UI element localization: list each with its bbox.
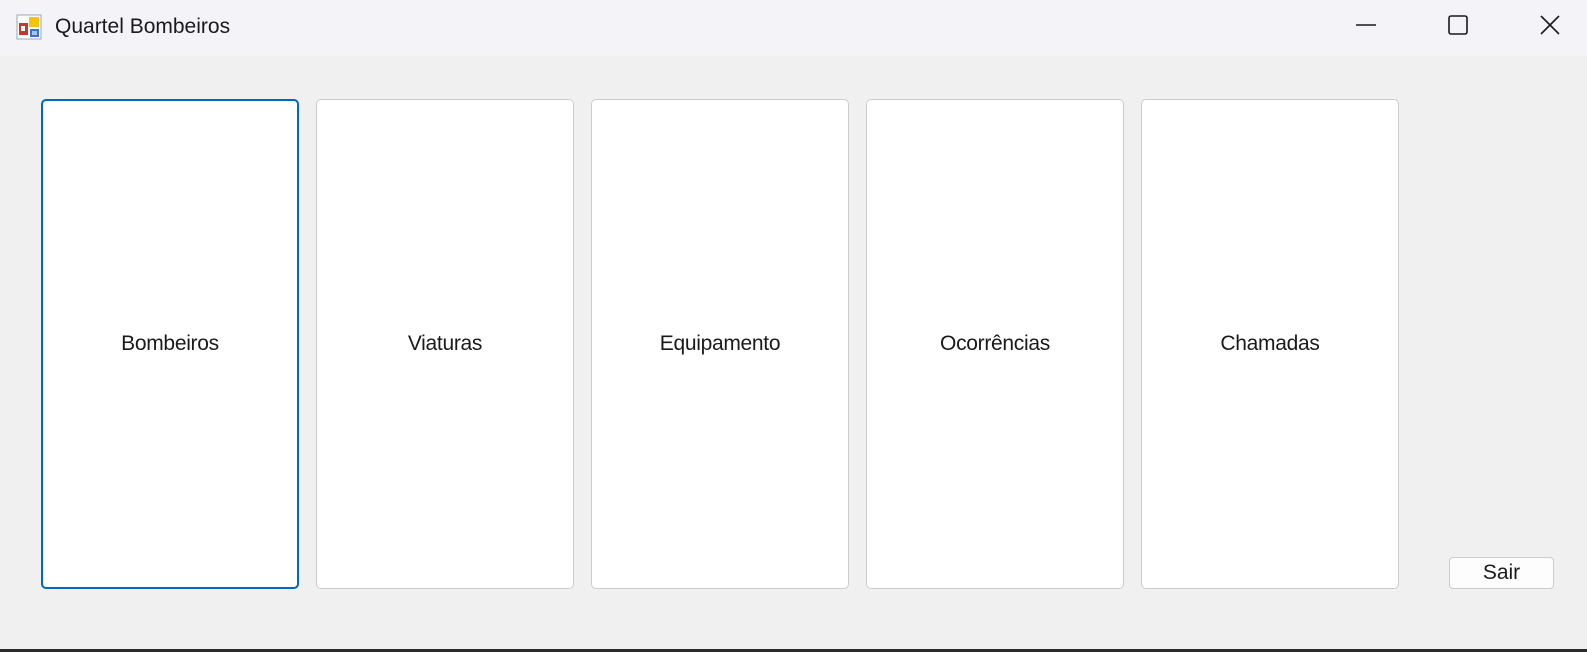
viaturas-button[interactable]: Viaturas: [316, 99, 574, 589]
exit-button[interactable]: Sair: [1449, 557, 1554, 589]
app-window: Quartel Bombeiros Bombeiros Viaturas Equ…: [0, 0, 1587, 649]
exit-button-label: Sair: [1482, 561, 1521, 584]
maximize-icon: [1448, 15, 1468, 35]
close-icon: [1540, 15, 1560, 35]
form-app-icon[interactable]: [16, 14, 42, 40]
button-label: Equipamento: [659, 332, 781, 355]
title-bar[interactable]: Quartel Bombeiros: [0, 0, 1587, 56]
close-button[interactable]: [1504, 0, 1587, 50]
ocorrencias-button[interactable]: Ocorrências: [866, 99, 1124, 589]
maximize-button[interactable]: [1412, 0, 1504, 50]
bombeiros-button[interactable]: Bombeiros: [41, 99, 299, 589]
minimize-button[interactable]: [1320, 0, 1412, 50]
form-client-area: Bombeiros Viaturas Equipamento Ocorrênci…: [0, 56, 1587, 649]
button-label: Bombeiros: [121, 332, 219, 355]
chamadas-button[interactable]: Chamadas: [1141, 99, 1399, 589]
button-label: Viaturas: [407, 332, 483, 355]
button-label: Ocorrências: [940, 332, 1050, 355]
button-label: Chamadas: [1220, 332, 1320, 355]
minimize-icon: [1356, 24, 1376, 26]
equipamento-button[interactable]: Equipamento: [591, 99, 849, 589]
window-title: Quartel Bombeiros: [55, 15, 231, 38]
